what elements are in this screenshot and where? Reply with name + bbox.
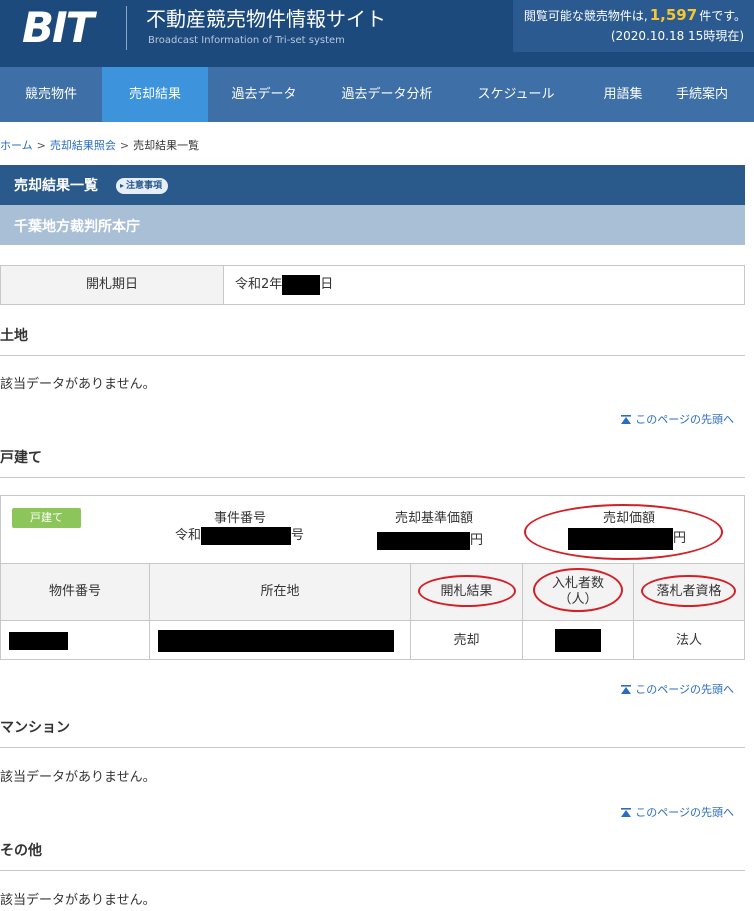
site-subtitle: Broadcast Information of Tri-set system — [148, 35, 345, 46]
court-name-bar: 千葉地方裁判所本庁 — [0, 205, 745, 245]
location-cell — [150, 621, 411, 660]
qualification-cell: 法人 — [675, 632, 702, 648]
redacted-block — [568, 527, 673, 550]
site-title: 不動産競売物件情報サイト — [146, 7, 386, 31]
sale-price-label: 売却価額 — [603, 511, 656, 526]
sale-price-value: 円 — [568, 527, 686, 550]
main-nav: 競売物件 売却結果 過去データ 過去データ分析 スケジュール 用語集 手続案内 — [0, 67, 754, 122]
pagetop-link-mansion[interactable]: このページの先頭へ — [621, 804, 734, 820]
property-count-box: 閲覧可能な競売物件は, 1,597 件です。 (2020.10.18 15時現在) — [513, 0, 754, 52]
property-count: 1,597 — [649, 6, 698, 24]
count-timestamp: (2020.10.18 15時現在) — [610, 29, 744, 43]
case-number-value: 令和号 — [175, 526, 305, 545]
count-suffix: 件です。 — [699, 9, 746, 23]
nav-schedule[interactable]: スケジュール — [454, 67, 578, 122]
col-header-bidders: 入札者数 （人） — [523, 564, 634, 620]
nav-past-data[interactable]: 過去データ — [208, 67, 320, 122]
arrow-up-to-top-icon — [621, 685, 632, 694]
base-price-value: 円 — [377, 529, 483, 550]
breadcrumb: ホーム > 売却結果照会 > 売却結果一覧 — [0, 139, 200, 152]
land-empty-message: 該当データがありません。 — [0, 377, 156, 392]
section-heading-land: 土地 — [0, 325, 745, 356]
col-header-result: 開札結果 — [411, 564, 523, 620]
table-row: 売却 法人 — [1, 621, 744, 660]
arrow-up-to-top-icon — [621, 808, 632, 817]
section-heading-house: 戸建て — [0, 447, 745, 478]
chevron-right-icon: ▸ — [120, 181, 125, 190]
other-empty-message: 該当データがありません。 — [0, 893, 156, 908]
bidders-cell — [523, 621, 634, 660]
base-price-label: 売却基準価額 — [395, 511, 474, 526]
property-number-cell — [1, 621, 150, 660]
notice-button[interactable]: ▸ 注意事項 — [116, 178, 169, 194]
breadcrumb-current: 売却結果一覧 — [133, 139, 200, 152]
nav-sale-results[interactable]: 売却結果 — [102, 67, 208, 122]
nav-glossary[interactable]: 用語集 — [578, 67, 668, 122]
breadcrumb-sale-inquiry[interactable]: 売却結果照会 — [50, 139, 116, 152]
table-header-row: 物件番号 所在地 開札結果 入札者数 （人） 落札者資格 — [1, 564, 744, 621]
nav-auction-properties[interactable]: 競売物件 — [0, 67, 102, 122]
nav-procedure-guide[interactable]: 手続案内 — [668, 67, 754, 122]
arrow-up-to-top-icon — [621, 415, 632, 424]
redacted-block — [9, 631, 68, 650]
house-case-summary: 戸建て 事件番号 令和号 売却基準価額 円 売却価額 円 — [1, 496, 744, 563]
col-header-property-number: 物件番号 — [1, 564, 150, 620]
logo-divider — [126, 6, 127, 50]
opening-date-value: 令和2年日 — [224, 266, 333, 304]
house-result-block: 戸建て 事件番号 令和号 売却基準価額 円 売却価額 円 物件番号 所在地 開札… — [0, 495, 745, 660]
redacted-block — [282, 274, 321, 295]
pagetop-link-land[interactable]: このページの先頭へ — [621, 411, 734, 427]
pagetop-link-house[interactable]: このページの先頭へ — [621, 681, 734, 697]
redacted-block — [377, 531, 470, 550]
opening-date-label: 開札期日 — [1, 266, 224, 304]
page-title-bar: 売却結果一覧 ▸ 注意事項 — [0, 165, 745, 205]
mansion-empty-message: 該当データがありません。 — [0, 770, 156, 785]
page-title: 売却結果一覧 — [14, 178, 98, 194]
redacted-block — [158, 629, 394, 652]
breadcrumb-home[interactable]: ホーム — [0, 139, 33, 152]
site-header: BIT 不動産競売物件情報サイト Broadcast Information o… — [0, 0, 754, 67]
section-heading-mansion: マンション — [0, 717, 745, 748]
bit-logo[interactable]: BIT — [22, 7, 94, 49]
col-header-location: 所在地 — [150, 564, 411, 620]
opening-date-table: 開札期日 令和2年日 — [0, 265, 745, 305]
count-prefix: 閲覧可能な競売物件は, — [523, 9, 648, 23]
court-name: 千葉地方裁判所本庁 — [14, 219, 140, 235]
redacted-block — [555, 629, 601, 652]
house-result-table: 物件番号 所在地 開札結果 入札者数 （人） 落札者資格 売却 法人 — [1, 563, 744, 660]
nav-past-data-analysis[interactable]: 過去データ分析 — [320, 67, 454, 122]
result-cell: 売却 — [411, 621, 523, 660]
section-heading-other: その他 — [0, 840, 745, 871]
property-type-tag: 戸建て — [12, 508, 81, 528]
col-header-winner-qualification: 落札者資格 — [656, 584, 722, 599]
redacted-block — [201, 526, 292, 545]
